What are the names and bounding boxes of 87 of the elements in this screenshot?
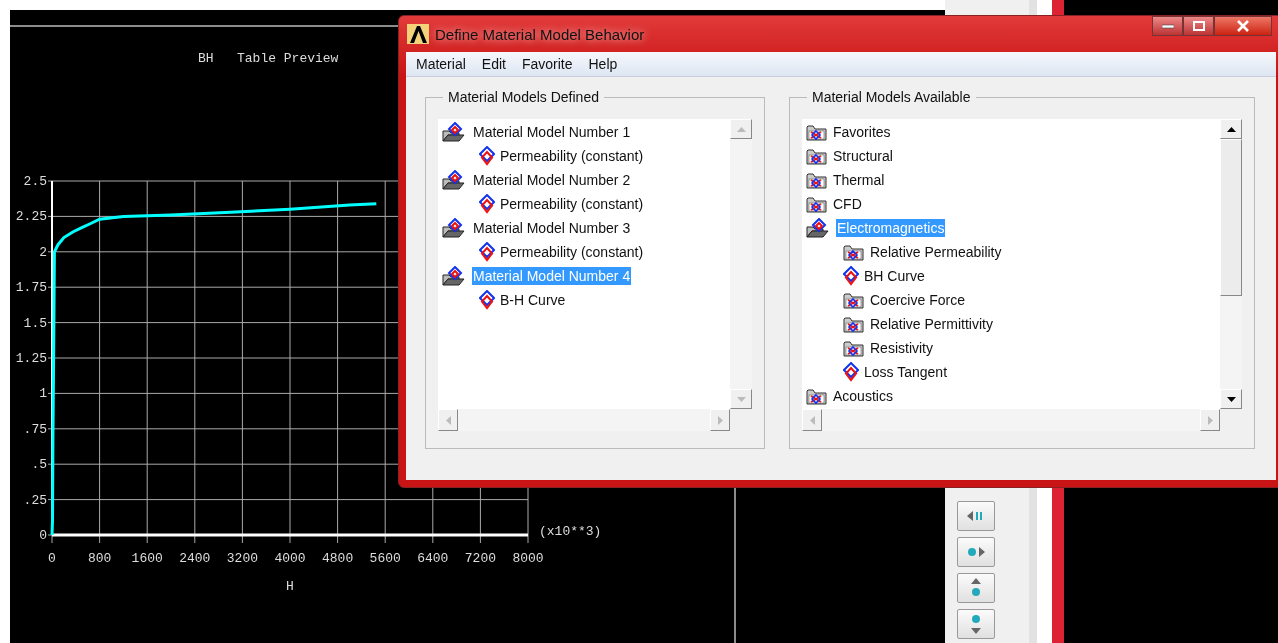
right-arrow-icon (1207, 415, 1213, 425)
right-arrow-icon (717, 415, 723, 425)
scroll-right-button[interactable] (710, 409, 730, 431)
x-tick-label: 5600 (369, 551, 401, 566)
diamond-icon (479, 146, 495, 166)
tree-item[interactable]: Permeability (constant) (499, 195, 645, 213)
tree-item[interactable]: CFD (832, 195, 863, 213)
diamond-icon (479, 290, 495, 310)
down-arrow-icon (1226, 396, 1236, 402)
horizontal-scrollbar[interactable] (802, 409, 1220, 431)
scroll-left-button[interactable] (802, 409, 822, 431)
tree-item[interactable]: BH Curve (863, 267, 926, 285)
minimize-icon (1161, 23, 1174, 29)
axis-multiplier-label: (x10**3) (539, 524, 602, 539)
tree-item[interactable]: Material Model Number 3 (472, 219, 632, 237)
toolbar-button[interactable] (957, 609, 995, 639)
y-tick-label: .75 (23, 421, 47, 437)
menu-item[interactable]: Favorite (521, 56, 579, 72)
up-arrow-icon (969, 577, 983, 599)
y-tick-label: .5 (31, 457, 47, 473)
close-icon (1236, 20, 1250, 32)
toolbar-button[interactable] (957, 501, 995, 531)
tree-item[interactable]: Favorites (832, 123, 892, 141)
y-tick-label: 2.25 (15, 209, 47, 225)
down-arrow-icon (736, 396, 746, 402)
y-tick-label: 1 (39, 386, 47, 402)
right-arrow-icon (966, 545, 986, 559)
x-tick-label: 1600 (131, 551, 163, 566)
tree-item[interactable]: Permeability (constant) (499, 243, 645, 261)
left-arrow-icon (809, 415, 815, 425)
scroll-left-button[interactable] (438, 409, 458, 431)
toolbar-button[interactable] (957, 537, 995, 567)
tree-item[interactable]: Coercive Force (869, 291, 966, 309)
tree-item[interactable]: Thermal (832, 171, 886, 189)
close-button[interactable] (1214, 16, 1272, 36)
up-arrow-icon (1226, 126, 1236, 132)
x-tick-label: 8000 (512, 551, 544, 566)
y-tick-label: 1.25 (15, 351, 47, 366)
y-tick-label: 2 (39, 244, 47, 260)
toolbar-button[interactable] (957, 573, 995, 603)
tree-item[interactable]: Relative Permittivity (869, 315, 994, 333)
diamond-icon (479, 194, 495, 214)
tree-item[interactable]: Material Model Number 1 (472, 123, 632, 141)
menu-item[interactable]: Material (416, 56, 472, 72)
y-tick-label: .25 (23, 492, 47, 508)
scroll-thumb[interactable] (1220, 139, 1242, 296)
diamond-icon (479, 242, 495, 262)
y-tick-label: 1.75 (15, 280, 47, 296)
diamond-icon (843, 362, 859, 382)
x-tick-label: 0 (48, 551, 56, 566)
y-tick-label: 2.5 (23, 174, 47, 189)
scroll-down-button[interactable] (1220, 389, 1242, 409)
tree-item[interactable]: Material Model Number 2 (472, 171, 632, 189)
chart-title: BH Table Preview (198, 51, 339, 66)
scroll-up-button[interactable] (1220, 119, 1242, 139)
y-tick-label: 0 (39, 528, 47, 543)
x-tick-label: 4800 (322, 551, 354, 566)
x-tick-label: 4000 (274, 551, 306, 566)
maximize-button[interactable] (1183, 16, 1214, 36)
tree-item[interactable]: Acoustics (832, 387, 894, 405)
y-tick-label: 1.5 (23, 315, 47, 331)
tree-item[interactable]: B-H Curve (499, 291, 567, 309)
x-tick-label: 800 (87, 551, 112, 566)
window-title: Define Material Model Behavior (435, 25, 645, 43)
minimize-button[interactable] (1152, 16, 1183, 36)
horizontal-scrollbar[interactable] (438, 409, 730, 431)
group-title: Material Models Defined (447, 89, 600, 105)
app-logo-icon (407, 24, 429, 44)
diamond-icon (843, 266, 859, 286)
left-arrow-icon (445, 415, 451, 425)
x-tick-label: 3200 (226, 551, 258, 566)
tree-item[interactable]: Resistivity (869, 339, 934, 357)
x-tick-label: 2400 (179, 551, 211, 566)
group-title: Material Models Available (811, 89, 972, 105)
tree-item[interactable]: Structural (832, 147, 894, 165)
vertical-scrollbar[interactable] (1220, 119, 1242, 409)
tree-item[interactable]: Relative Permeability (869, 243, 1003, 261)
tree-item[interactable]: Loss Tangent (863, 363, 949, 381)
tree-item[interactable]: Permeability (constant) (499, 147, 645, 165)
up-arrow-icon (736, 126, 746, 132)
x-tick-label: 6400 (417, 551, 449, 566)
x-tick-label: 7200 (464, 551, 496, 566)
down-arrow-icon (969, 613, 983, 635)
menu-item[interactable]: Edit (481, 56, 512, 72)
menu-item[interactable]: Help (588, 56, 624, 72)
x-axis-label: H (286, 579, 294, 594)
maximize-icon (1192, 21, 1205, 31)
